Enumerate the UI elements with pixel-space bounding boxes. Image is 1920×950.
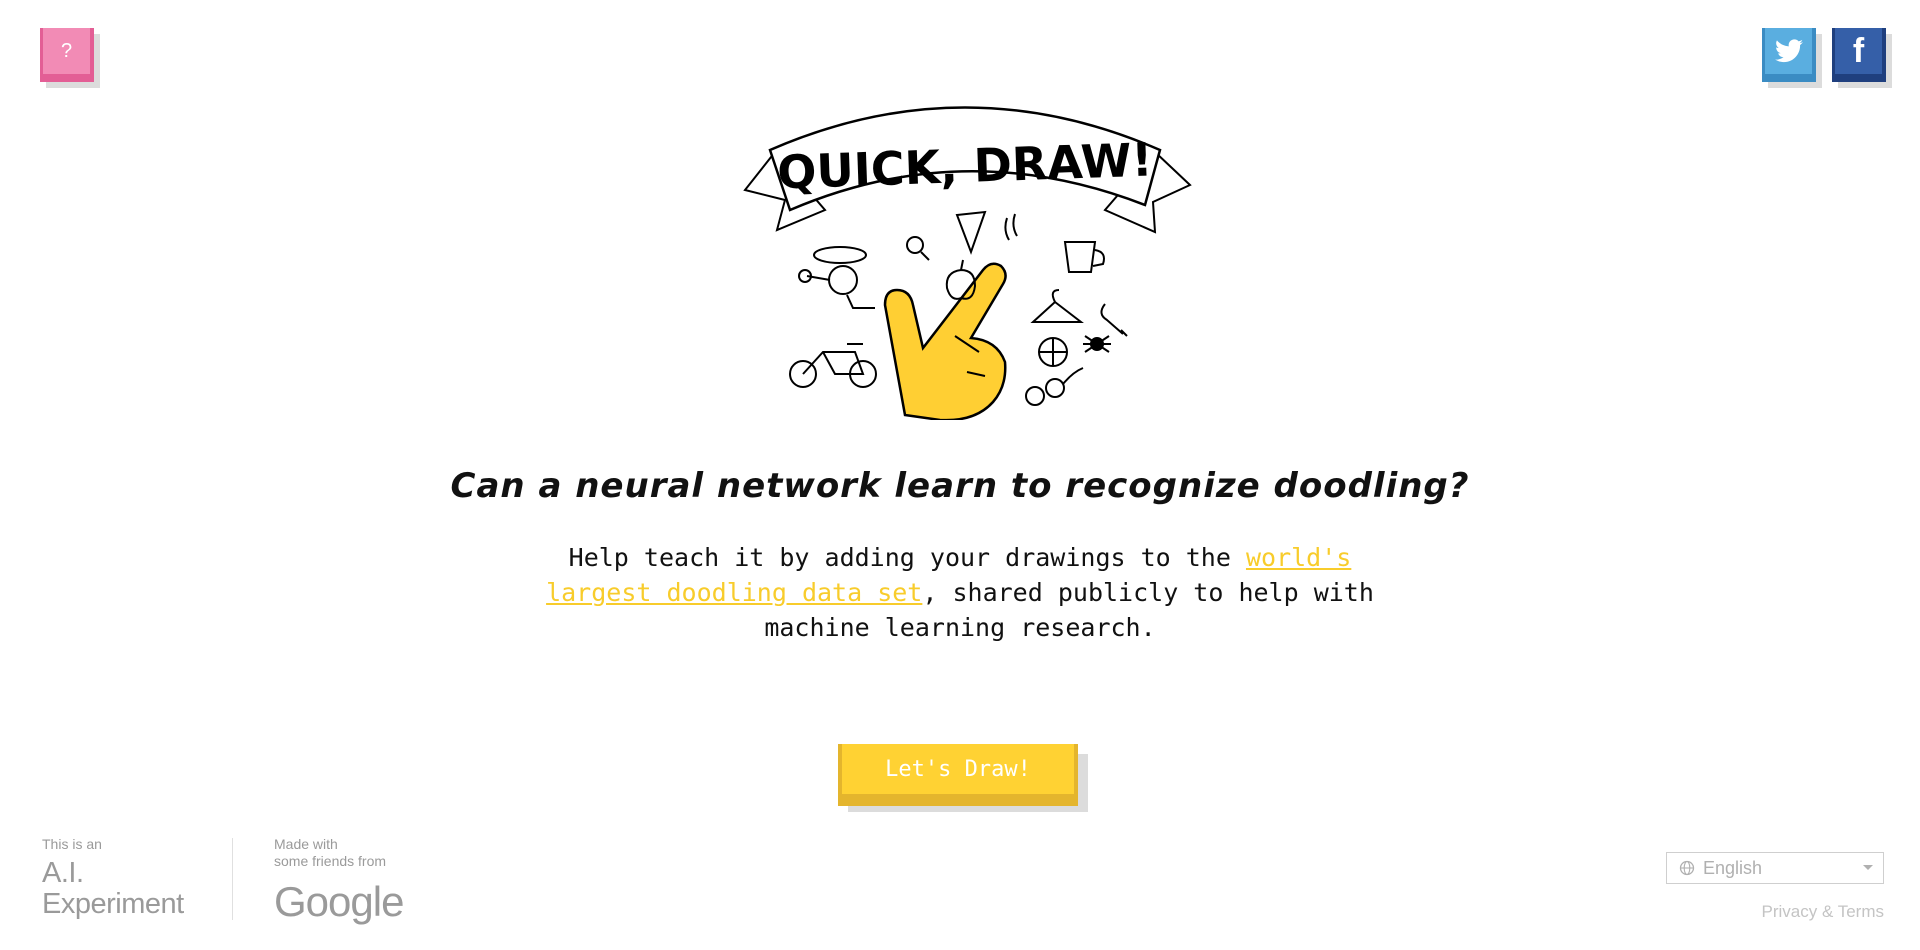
lightbulb-icon	[906, 236, 924, 254]
ai-experiment-logo[interactable]: A.I. Experiment	[42, 858, 184, 920]
facebook-share-button[interactable]: f	[1832, 28, 1892, 88]
made-with-caption: Made with some friends from	[274, 836, 434, 870]
helicopter-icon	[813, 246, 867, 264]
facebook-button-face: f	[1835, 28, 1882, 74]
lets-draw-button-face: Let's Draw!	[842, 744, 1074, 794]
help-label: ?	[60, 39, 73, 62]
eyeglasses-arm-icon	[1062, 367, 1084, 385]
language-value: English	[1703, 857, 1763, 878]
description-before: Help teach it by adding your drawings to…	[568, 543, 1246, 572]
bicycle-frame-icon	[802, 343, 865, 375]
page-headline: Can a neural network learn to recognize …	[450, 466, 1470, 506]
globe-icon	[1679, 860, 1695, 876]
mug-icon	[1063, 241, 1105, 273]
description: Help teach it by adding your drawings to…	[540, 540, 1380, 645]
chevron-down-icon	[1863, 865, 1873, 870]
helicopter-body-icon	[828, 265, 858, 295]
twitter-button-face	[1765, 28, 1812, 74]
hanger-icon	[1030, 289, 1084, 323]
lets-draw-button[interactable]: Let's Draw!	[838, 744, 1088, 812]
page: ? f QUICK, DRAW! Can a neural network le…	[0, 0, 1920, 950]
eyeglasses-icon	[1025, 386, 1045, 406]
ai-experiment-line2: Experiment	[42, 888, 184, 920]
help-button-face: ?	[43, 28, 90, 74]
help-button[interactable]: ?	[40, 28, 100, 88]
made-with-line2: some friends from	[274, 853, 387, 869]
helicopter-tail-icon	[806, 275, 875, 309]
drumstick-icon	[1100, 303, 1128, 337]
pizza-icon	[955, 210, 987, 255]
facebook-icon: f	[1852, 31, 1865, 70]
steam-icon	[1004, 213, 1018, 241]
made-with-line1: Made with	[274, 836, 338, 852]
privacy-terms-link[interactable]: Privacy & Terms	[1762, 902, 1885, 922]
footer-divider	[232, 838, 233, 920]
pointing-hand-icon	[883, 262, 1007, 420]
ai-experiment-line1: A.I.	[42, 857, 84, 889]
google-logo[interactable]: Google	[274, 880, 404, 924]
twitter-bird-icon	[1774, 39, 1803, 63]
ai-experiment-caption: This is an	[42, 836, 102, 852]
language-select[interactable]: English	[1666, 852, 1884, 884]
eyeglasses-lens-icon	[1045, 378, 1065, 398]
lets-draw-label: Let's Draw!	[885, 756, 1031, 782]
twitter-share-button[interactable]	[1762, 28, 1822, 88]
quick-draw-logo: QUICK, DRAW!	[743, 106, 1192, 420]
lightbulb-base-icon	[920, 251, 930, 261]
